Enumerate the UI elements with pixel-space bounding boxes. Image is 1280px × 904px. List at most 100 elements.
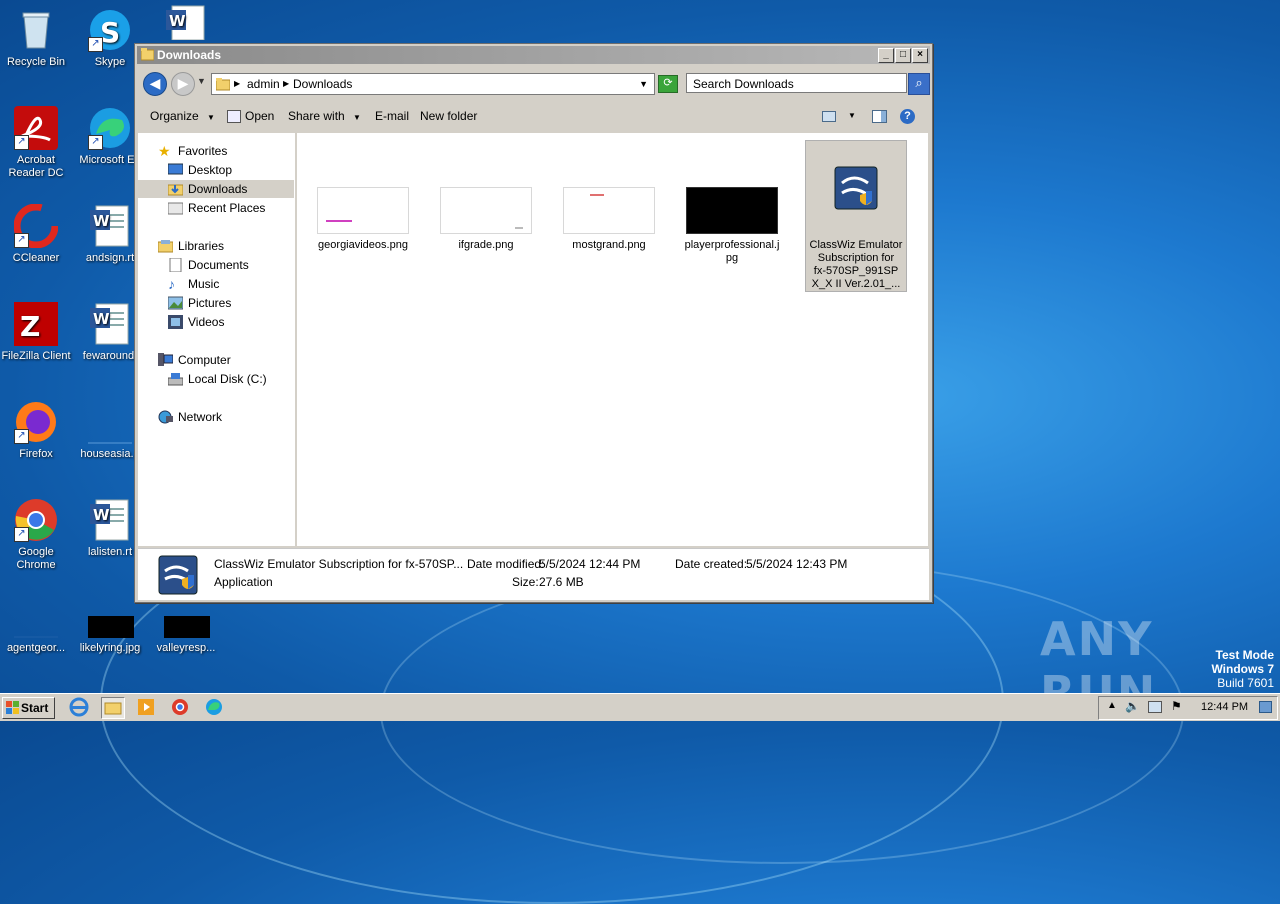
nav-recent-places[interactable]: Recent Places xyxy=(138,199,294,217)
search-input[interactable]: Search Downloads xyxy=(686,73,907,93)
desktop-icon-word-doc[interactable]: W xyxy=(150,4,222,44)
nav-label: Desktop xyxy=(188,163,233,177)
nav-libraries[interactable]: Libraries xyxy=(138,237,294,255)
file-explorer-taskbar-icon[interactable] xyxy=(101,697,125,719)
date-created-label: Date created: xyxy=(675,557,748,571)
skype-icon: S ↗ xyxy=(88,8,132,52)
show-desktop-icon[interactable] xyxy=(1259,701,1272,713)
desktop-icon-ccleaner[interactable]: ↗ CCleaner xyxy=(0,203,72,265)
desktop-icon xyxy=(167,163,184,177)
shortcut-arrow-icon: ↗ xyxy=(88,135,103,150)
show-hidden-icons-icon[interactable]: ▲ xyxy=(1107,700,1117,711)
nav-videos[interactable]: Videos xyxy=(138,313,294,331)
share-with-button[interactable]: Share with ▼ xyxy=(288,101,361,133)
file-name: georgiavideos.png xyxy=(318,239,408,251)
image-file-icon xyxy=(14,612,58,638)
nav-downloads[interactable]: Downloads xyxy=(138,180,294,198)
file-item[interactable]: playerprofessional.j pg xyxy=(682,187,782,265)
desktop-icon-firefox[interactable]: ↗ Firefox xyxy=(0,400,72,461)
help-icon[interactable]: ? xyxy=(900,101,915,131)
file-name: mostgrand.png xyxy=(572,239,646,251)
edge-icon: ↗ xyxy=(88,106,132,150)
desktop-icon-label: Firefox xyxy=(19,448,53,460)
internet-explorer-icon[interactable] xyxy=(68,697,90,717)
minimize-button[interactable]: _ xyxy=(878,48,894,63)
share-with-label: Share with xyxy=(288,109,345,123)
address-bar[interactable]: ▶ admin ▶ Downloads ▼ xyxy=(211,73,655,95)
details-file-name: ClassWiz Emulator Subscription for fx-57… xyxy=(214,557,464,571)
hard-drive-icon xyxy=(167,372,184,386)
file-name: pg xyxy=(725,252,739,264)
flag-icon[interactable]: ⚑ xyxy=(1171,699,1182,713)
recycle-bin-icon xyxy=(14,8,58,52)
videos-icon xyxy=(168,315,183,329)
search-icon[interactable]: ⌕ xyxy=(908,73,930,95)
desktop-icon-label: FileZilla Client xyxy=(1,350,71,362)
open-button[interactable]: Open xyxy=(227,101,274,131)
nav-pictures[interactable]: Pictures xyxy=(138,294,294,312)
desktop-icon-valleyresp[interactable]: valleyresp... xyxy=(150,612,222,655)
network-tray-icon[interactable] xyxy=(1148,701,1162,713)
chevron-down-icon: ▼ xyxy=(353,113,361,122)
nav-local-disk[interactable]: Local Disk (C:) xyxy=(138,370,294,388)
image-thumbnail xyxy=(440,187,532,234)
nav-music[interactable]: ♪ Music xyxy=(138,275,294,293)
build-line: Build 7601 xyxy=(1217,676,1274,690)
desktop-icon-label: Acrobat Reader DC xyxy=(8,154,64,179)
title-bar[interactable]: Downloads _ □ × xyxy=(137,46,930,64)
svg-text:Z: Z xyxy=(20,310,40,343)
breadcrumb-downloads[interactable]: Downloads xyxy=(293,74,352,94)
libraries-icon xyxy=(157,239,174,253)
address-row: ◀ ▶ ▼ ▶ admin ▶ Downloads ▼ ⟳ Search Dow… xyxy=(137,66,930,100)
close-button[interactable]: × xyxy=(912,48,928,63)
desktop-icon-label: agentgeor... xyxy=(6,642,66,654)
file-item-selected[interactable]: ClassWiz Emulator Subscription for fx-57… xyxy=(805,140,907,292)
address-dropdown-icon[interactable]: ▼ xyxy=(639,74,648,94)
edge-taskbar-icon[interactable] xyxy=(203,697,225,717)
file-name: fx-570SP_991SP xyxy=(813,265,899,277)
view-options-chevron-icon[interactable]: ▼ xyxy=(848,101,856,131)
date-created-value: 5/5/2024 12:43 PM xyxy=(746,557,848,571)
chrome-taskbar-icon[interactable] xyxy=(169,697,191,717)
desktop-icon-agentgeor[interactable]: agentgeor... xyxy=(0,612,72,655)
file-item[interactable]: ifgrade.png xyxy=(436,187,536,252)
image-thumbnail xyxy=(686,187,778,234)
nav-documents[interactable]: Documents xyxy=(138,256,294,274)
volume-icon[interactable]: 🔈 xyxy=(1125,699,1140,713)
recent-pages-dropdown[interactable]: ▼ xyxy=(197,76,206,86)
desktop-icon-acrobat[interactable]: ↗ Acrobat Reader DC xyxy=(0,106,72,180)
word-document-icon: W xyxy=(164,4,208,41)
nav-desktop[interactable]: Desktop xyxy=(138,161,294,179)
nav-computer[interactable]: Computer xyxy=(138,351,294,369)
clock[interactable]: 12:44 PM xyxy=(1201,701,1248,713)
file-item[interactable]: mostgrand.png xyxy=(559,187,659,252)
forward-button[interactable]: ▶ xyxy=(171,72,195,96)
start-button[interactable]: Start xyxy=(2,697,55,719)
maximize-button[interactable]: □ xyxy=(895,48,911,63)
desktop-icon-likelyring[interactable]: likelyring.jpg xyxy=(74,612,146,655)
downloads-folder-icon xyxy=(167,182,184,196)
desktop-icon-label: houseasia.p xyxy=(80,448,140,460)
breadcrumb-admin[interactable]: admin xyxy=(247,74,280,94)
organize-button[interactable]: Organize ▼ xyxy=(150,101,215,133)
file-name: ifgrade.png xyxy=(458,239,514,251)
desktop-icon-label: CCleaner xyxy=(12,252,60,264)
desktop-icon-chrome[interactable]: ↗ Google Chrome xyxy=(0,498,72,572)
refresh-button[interactable]: ⟳ xyxy=(658,75,678,93)
nav-favorites[interactable]: ★ Favorites xyxy=(138,142,294,160)
test-mode-line: Test Mode xyxy=(1215,648,1274,662)
acrobat-icon: ↗ xyxy=(14,106,58,150)
email-button[interactable]: E-mail xyxy=(375,101,409,131)
file-item[interactable]: georgiavideos.png xyxy=(313,187,413,252)
application-icon xyxy=(810,143,902,235)
nav-network[interactable]: Network xyxy=(138,408,294,426)
recent-places-icon xyxy=(167,201,184,215)
desktop-icon-recycle-bin[interactable]: Recycle Bin xyxy=(0,8,72,69)
media-player-icon[interactable] xyxy=(135,697,157,717)
change-view-icon[interactable] xyxy=(822,101,836,131)
system-tray: ▲ 🔈 ⚑ 12:44 PM xyxy=(1098,696,1278,720)
new-folder-button[interactable]: New folder xyxy=(420,101,477,131)
back-button[interactable]: ◀ xyxy=(143,72,167,96)
preview-pane-icon[interactable] xyxy=(872,101,887,131)
desktop-icon-filezilla[interactable]: Z FileZilla Client xyxy=(0,302,72,363)
